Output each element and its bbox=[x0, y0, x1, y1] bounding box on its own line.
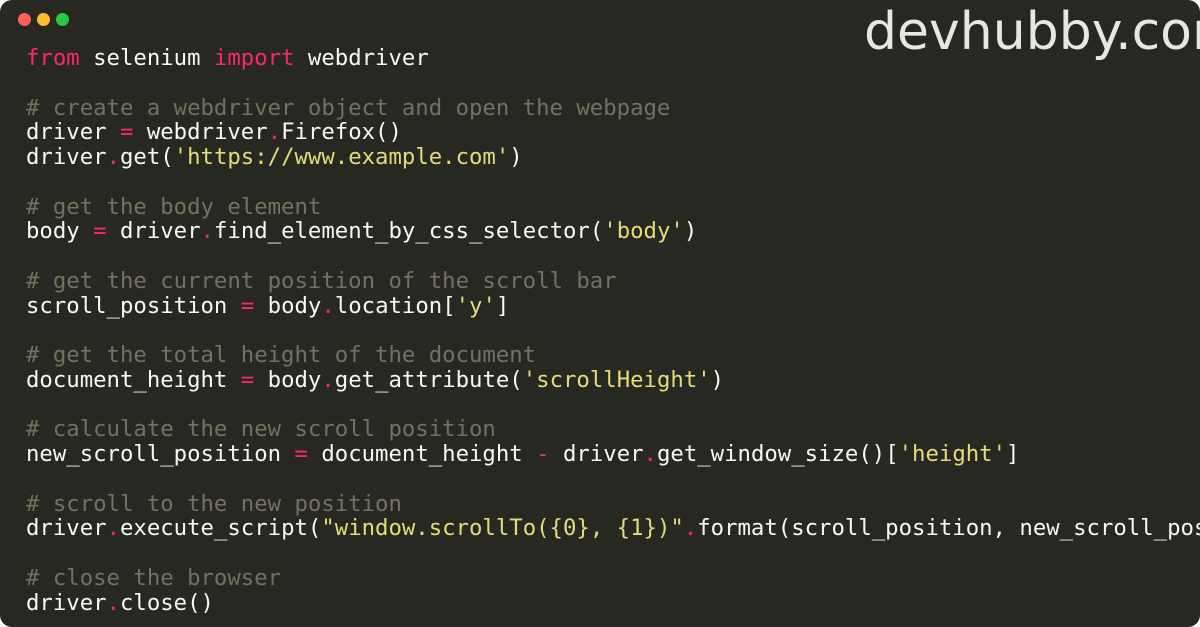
code-token: format(scroll_position, new_scroll_posit bbox=[697, 515, 1200, 542]
code-line: # get the total height of the document bbox=[26, 343, 1200, 368]
code-token: get( bbox=[119, 144, 174, 170]
code-comment: # close the browser bbox=[26, 564, 282, 591]
code-line: # get the body element bbox=[26, 193, 1200, 220]
keyword-token: import bbox=[213, 45, 295, 71]
close-button[interactable] bbox=[18, 13, 31, 26]
keyword-token: = bbox=[119, 119, 134, 146]
code-token: driver bbox=[26, 119, 120, 146]
code-comment: # scroll to the new position bbox=[26, 490, 402, 517]
code-token: driver bbox=[26, 589, 107, 616]
code-comment: # calculate the new scroll position bbox=[26, 416, 496, 443]
code-token: document_height bbox=[307, 441, 537, 467]
code-token: webdriver bbox=[133, 119, 268, 146]
code-token: driver bbox=[26, 144, 107, 170]
keyword-token: . bbox=[106, 589, 120, 616]
code-token: ] bbox=[495, 292, 510, 319]
window-controls bbox=[18, 13, 69, 26]
code-token: execute_script( bbox=[119, 515, 322, 542]
keyword-token: = bbox=[93, 218, 107, 245]
code-line: scroll_position = body.location['y'] bbox=[26, 292, 1200, 319]
keyword-token: = bbox=[294, 441, 308, 467]
string-literal: 'body' bbox=[603, 218, 684, 245]
code-line: # scroll to the new position bbox=[26, 490, 1200, 517]
keyword-token: . bbox=[321, 292, 335, 319]
code-window: devhubby.com from selenium import webdri… bbox=[0, 0, 1200, 627]
string-literal: 'y' bbox=[455, 292, 496, 319]
code-comment: # get the current position of the scroll… bbox=[26, 267, 617, 294]
code-line: from selenium import webdriver bbox=[26, 46, 1200, 71]
keyword-token: . bbox=[683, 515, 698, 542]
code-line: driver = webdriver.Firefox() bbox=[26, 120, 1200, 145]
code-token: body bbox=[254, 292, 322, 319]
code-token: driver bbox=[106, 218, 201, 245]
keyword-token: . bbox=[106, 515, 120, 542]
keyword-token: . bbox=[106, 144, 120, 170]
code-comment: # get the body element bbox=[26, 193, 322, 220]
code-token: selenium bbox=[79, 45, 214, 71]
keyword-token: - bbox=[536, 441, 550, 467]
keyword-token: . bbox=[321, 366, 335, 393]
code-token: ) bbox=[509, 144, 523, 170]
keyword-token: . bbox=[200, 218, 214, 245]
code-token: body bbox=[254, 366, 322, 393]
code-line: body = driver.find_element_by_css_select… bbox=[26, 219, 1200, 244]
code-token: location[ bbox=[334, 292, 456, 319]
code-token: driver bbox=[26, 515, 107, 542]
code-token: Firefox() bbox=[281, 119, 402, 146]
code-token: ) bbox=[683, 218, 698, 245]
code-token: document_height bbox=[26, 366, 241, 393]
code-token: ] bbox=[1006, 441, 1020, 467]
code-line: driver.close() bbox=[26, 589, 1200, 616]
code-block: from selenium import webdriver # create a… bbox=[26, 46, 1200, 615]
zoom-button[interactable] bbox=[56, 13, 69, 26]
code-token: new_scroll_position bbox=[26, 441, 295, 467]
code-token: body bbox=[26, 218, 94, 245]
code-token: get_window_size()[ bbox=[656, 441, 899, 467]
code-token: close() bbox=[119, 589, 214, 616]
minimize-button[interactable] bbox=[37, 13, 50, 26]
code-comment: # get the total height of the document bbox=[26, 342, 537, 368]
code-token: find_element_by_css_selector( bbox=[213, 218, 604, 245]
code-token: get_attribute( bbox=[334, 366, 523, 393]
code-comment: # create a webdriver object and open the… bbox=[26, 94, 671, 121]
code-line: # calculate the new scroll position bbox=[26, 417, 1200, 442]
code-token: driver bbox=[549, 441, 644, 467]
string-literal: 'scrollHeight' bbox=[522, 366, 711, 393]
string-literal: 'height' bbox=[898, 441, 1007, 467]
string-literal: "window.scrollTo({0}, {1})" bbox=[321, 515, 684, 542]
code-token: webdriver bbox=[294, 45, 429, 71]
keyword-token: . bbox=[643, 441, 657, 467]
code-line: new_scroll_position = document_height - … bbox=[26, 442, 1200, 467]
keyword-token: . bbox=[267, 119, 282, 146]
code-token: scroll_position bbox=[26, 292, 241, 319]
keyword-token: = bbox=[240, 292, 255, 319]
code-line: # close the browser bbox=[26, 564, 1200, 591]
keyword-token: = bbox=[240, 366, 255, 393]
string-literal: 'https://www.example.com' bbox=[173, 144, 510, 170]
code-line: driver.execute_script("window.scrollTo({… bbox=[26, 516, 1200, 541]
code-token: ) bbox=[710, 366, 725, 393]
code-line: # create a webdriver object and open the… bbox=[26, 94, 1200, 121]
code-line: document_height = body.get_attribute('sc… bbox=[26, 366, 1200, 393]
code-line: driver.get('https://www.example.com') bbox=[26, 145, 1200, 170]
keyword-token: from bbox=[26, 45, 80, 71]
code-line: # get the current position of the scroll… bbox=[26, 267, 1200, 294]
